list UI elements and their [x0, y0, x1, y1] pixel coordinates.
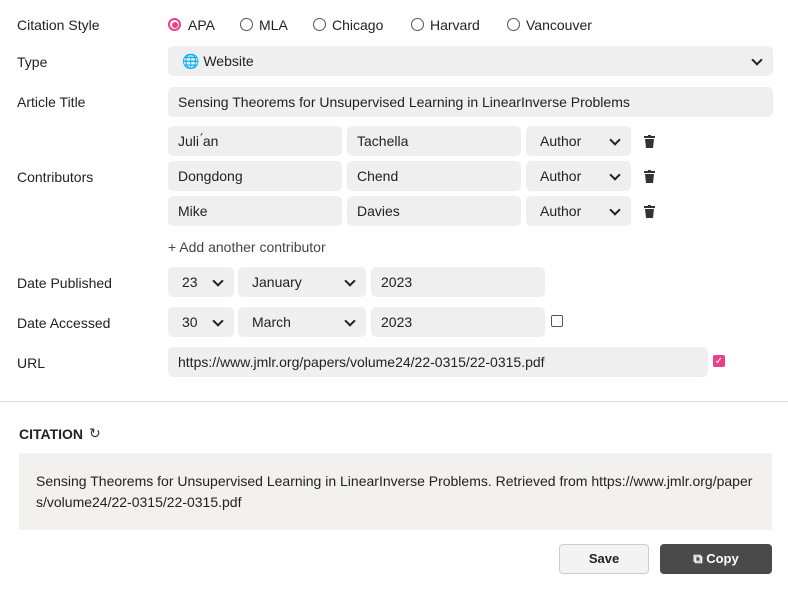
- date-published-label: Date Published: [17, 275, 112, 291]
- url-label: URL: [17, 355, 46, 371]
- type-select[interactable]: 🌐 Website: [168, 46, 773, 76]
- radio-harvard-label: Harvard: [430, 17, 480, 33]
- copy-label: Copy: [706, 551, 739, 566]
- contributor-role-select[interactable]: Author: [526, 196, 631, 226]
- trash-icon[interactable]: [644, 135, 655, 148]
- globe-icon: 🌐: [182, 53, 200, 69]
- accessed-day-select[interactable]: 30: [168, 307, 234, 337]
- radio-chicago[interactable]: [313, 18, 326, 31]
- accessed-year-input[interactable]: 2023: [371, 307, 545, 337]
- radio-harvard[interactable]: [411, 18, 424, 31]
- copy-icon: ⧉: [693, 551, 703, 566]
- add-contributor-link[interactable]: + Add another contributor: [168, 239, 326, 255]
- trash-icon[interactable]: [644, 170, 655, 183]
- contributor-first-name[interactable]: Juli ́an: [168, 126, 342, 156]
- contributor-role-select[interactable]: Author: [526, 126, 631, 156]
- trash-icon[interactable]: [644, 205, 655, 218]
- radio-apa-label: APA: [188, 17, 215, 33]
- published-month-select[interactable]: January: [238, 267, 366, 297]
- citation-style-label: Citation Style: [17, 17, 100, 33]
- article-title-label: Article Title: [17, 94, 86, 110]
- radio-vancouver[interactable]: [507, 18, 520, 31]
- contributor-role-select[interactable]: Author: [526, 161, 631, 191]
- contributor-last-name[interactable]: Tachella: [347, 126, 521, 156]
- contributor-last-name[interactable]: Chend: [347, 161, 521, 191]
- save-label: Save: [588, 551, 620, 566]
- article-title-input[interactable]: Sensing Theorems for Unsupervised Learni…: [168, 87, 773, 117]
- contributor-first-name[interactable]: Mike: [168, 196, 342, 226]
- contributor-first-name[interactable]: Dongdong: [168, 161, 342, 191]
- date-accessed-label: Date Accessed: [17, 315, 111, 331]
- contributors-label: Contributors: [17, 169, 94, 185]
- copy-button[interactable]: ⧉ Copy: [660, 544, 772, 574]
- divider: [0, 401, 788, 402]
- accessed-month-select[interactable]: March: [238, 307, 366, 337]
- url-checkbox[interactable]: ✓: [713, 355, 725, 367]
- contributor-last-name[interactable]: Davies: [347, 196, 521, 226]
- citation-output: Sensing Theorems for Unsupervised Learni…: [19, 453, 772, 530]
- type-label: Type: [17, 54, 48, 70]
- radio-apa[interactable]: [168, 18, 181, 31]
- type-value: Website: [203, 53, 254, 69]
- accessed-checkbox[interactable]: [551, 315, 563, 327]
- url-input[interactable]: https://www.jmlr.org/papers/volume24/22-…: [168, 347, 708, 377]
- radio-vancouver-label: Vancouver: [526, 17, 592, 33]
- radio-mla[interactable]: [240, 18, 253, 31]
- refresh-icon[interactable]: ↻: [89, 425, 101, 442]
- radio-mla-label: MLA: [259, 17, 288, 33]
- save-button[interactable]: Save: [559, 544, 649, 574]
- radio-chicago-label: Chicago: [332, 17, 384, 33]
- citation-heading: CITATION: [19, 426, 84, 442]
- published-day-select[interactable]: 23: [168, 267, 234, 297]
- published-year-input[interactable]: 2023: [371, 267, 545, 297]
